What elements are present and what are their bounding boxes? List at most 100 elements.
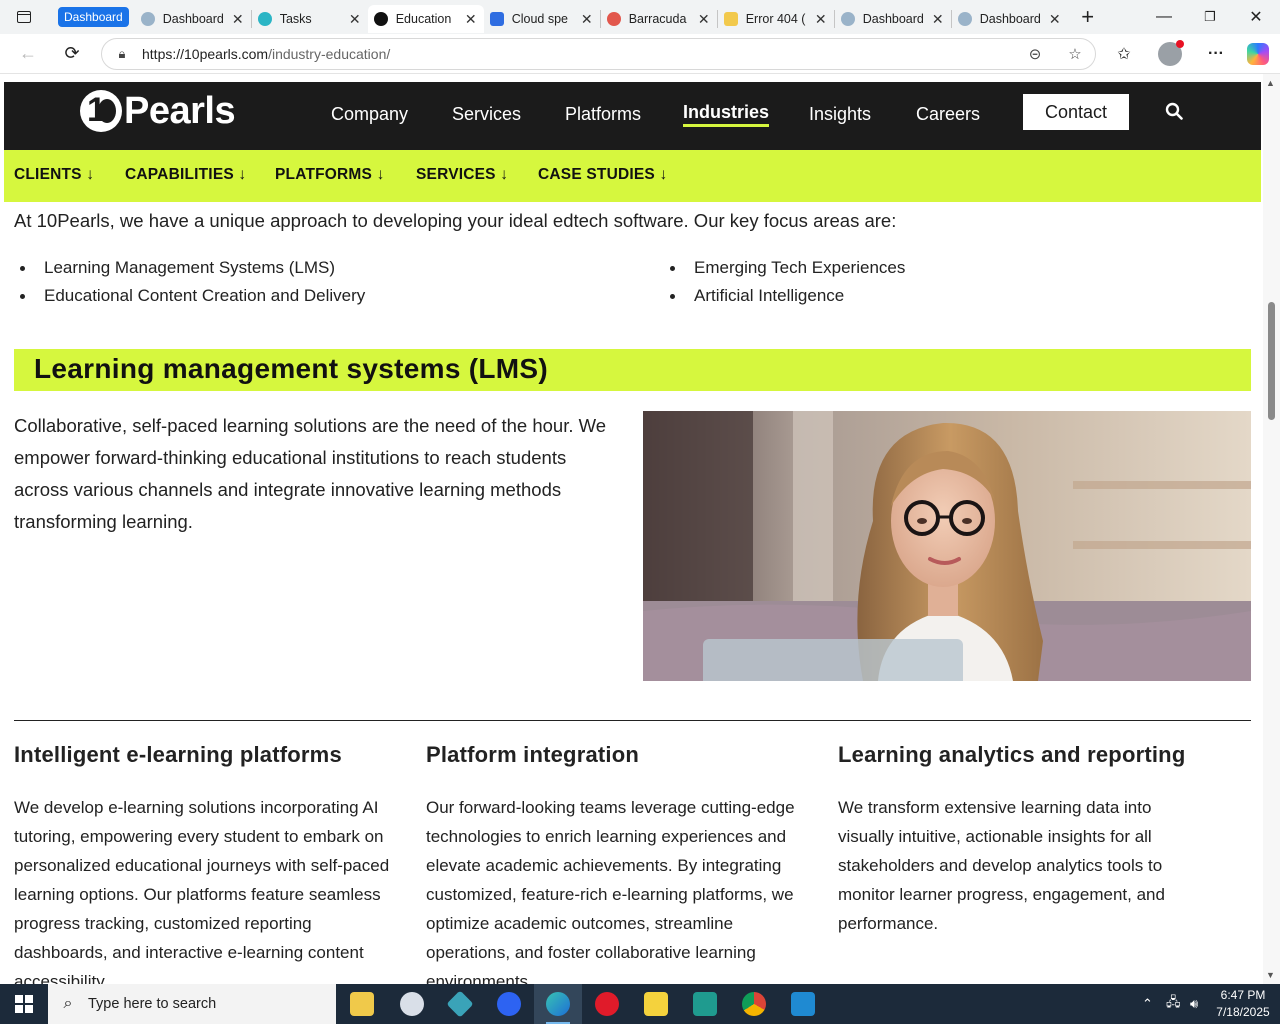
tab-label: Dashboard — [162, 12, 224, 26]
clock-date: 7/18/2025 — [1216, 1005, 1270, 1019]
nav-insights[interactable]: Insights — [809, 104, 871, 125]
dashboard-favicon-icon — [840, 12, 855, 26]
feature-title: Intelligent e-learning platforms — [14, 742, 342, 767]
focus-list-right: Emerging Tech Experiences Artificial Int… — [664, 254, 905, 310]
site-info-icon[interactable]: 🔒︎ — [102, 46, 142, 62]
feature-text: Our forward-looking teams leverage cutti… — [426, 798, 795, 984]
tab-error-404[interactable]: Error 404 ( ✕ — [718, 5, 834, 33]
10pearls-favicon-icon — [373, 12, 388, 26]
vscode-app[interactable] — [779, 984, 827, 1024]
favorite-star-icon[interactable]: ☆ — [1055, 45, 1095, 63]
feature-text: We develop e-learning solutions incorpor… — [14, 798, 390, 984]
scroll-up-icon[interactable]: ▲ — [1266, 78, 1275, 88]
more-options-icon[interactable]: ··· — [1193, 34, 1239, 74]
nav-industries[interactable]: Industries — [683, 102, 770, 127]
diamond-icon — [446, 990, 474, 1018]
close-icon[interactable]: ✕ — [931, 11, 945, 28]
tab-actions-icon[interactable] — [0, 0, 48, 34]
close-icon[interactable]: ✕ — [348, 11, 362, 28]
page-scrollbar[interactable]: ▲ ▼ — [1263, 74, 1280, 984]
subnav-case-studies[interactable]: CASE STUDIES ↓ — [538, 166, 667, 184]
contact-button[interactable]: Contact — [1023, 94, 1129, 130]
close-icon[interactable]: ✕ — [814, 11, 828, 28]
sticky-notes-app[interactable] — [632, 984, 680, 1024]
tab-group-label[interactable]: Dashboard — [58, 7, 129, 27]
tab-label: Education — [395, 12, 452, 26]
dashboard-favicon-icon — [140, 12, 155, 26]
nav-services[interactable]: Services — [452, 104, 521, 125]
lms-description: Collaborative, self-paced learning solut… — [14, 415, 607, 532]
file-explorer-app[interactable] — [338, 984, 386, 1024]
lms-heading-band: Learning management systems (LMS) — [14, 349, 1251, 391]
nav-careers[interactable]: Careers — [916, 104, 980, 125]
scrollbar-thumb[interactable] — [1268, 302, 1275, 420]
tab-education[interactable]: Education ✕ — [367, 5, 484, 33]
sticky-note-icon — [644, 992, 668, 1016]
list-item: Emerging Tech Experiences — [664, 254, 905, 282]
10pearls-logo[interactable]: Pearls — [80, 90, 236, 132]
intro-text: At 10Pearls, we have a unique approach t… — [14, 210, 897, 231]
taskbar-search[interactable]: ⌕ Type here to search — [48, 984, 336, 1024]
chrome-app[interactable] — [730, 984, 778, 1024]
site-header: Pearls Company Services Platforms Indust… — [4, 82, 1261, 150]
opera-icon — [595, 992, 619, 1016]
feature-column: Platform integration Our forward-looking… — [426, 742, 806, 984]
close-icon[interactable]: ✕ — [464, 11, 478, 28]
url-host: https://10pearls.com — [142, 46, 269, 62]
scroll-down-icon[interactable]: ▼ — [1266, 970, 1275, 980]
palette-icon — [400, 992, 424, 1016]
window-close-icon[interactable]: ✕ — [1233, 0, 1279, 34]
tab-tasks[interactable]: Tasks ✕ — [252, 5, 368, 33]
restore-icon[interactable]: ❐ — [1187, 0, 1233, 34]
nav-company[interactable]: Company — [331, 104, 408, 125]
opera-app[interactable] — [583, 984, 631, 1024]
tab-label: Barracuda — [628, 12, 687, 26]
app-s[interactable] — [681, 984, 729, 1024]
new-tab-button[interactable]: + — [1068, 4, 1108, 30]
copilot-icon — [1247, 43, 1269, 65]
paint-app[interactable] — [388, 984, 436, 1024]
start-button[interactable] — [0, 984, 48, 1024]
app-diamond[interactable] — [436, 984, 484, 1024]
close-icon[interactable]: ✕ — [580, 11, 594, 28]
subnav-services[interactable]: SERVICES ↓ — [416, 166, 508, 184]
tab-dashboard-1[interactable]: Dashboard ✕ — [135, 5, 251, 33]
copilot-button[interactable] — [1235, 34, 1280, 74]
search-icon[interactable] — [1165, 102, 1183, 120]
favorites-icon[interactable]: ✩ — [1101, 34, 1147, 74]
edge-app[interactable] — [534, 984, 582, 1024]
url-text[interactable]: https://10pearls.com/industry-education/ — [142, 46, 1015, 62]
tab-label: Dashboard — [979, 12, 1041, 26]
show-hidden-icons[interactable]: ⌃ — [1142, 984, 1153, 1024]
close-icon[interactable]: ✕ — [231, 11, 245, 28]
zoom-icon — [497, 992, 521, 1016]
barracuda-favicon-icon — [606, 12, 621, 26]
system-clock[interactable]: 6:47 PM 7/18/2025 — [1210, 987, 1276, 1021]
nav-platforms[interactable]: Platforms — [565, 104, 641, 125]
folder-icon — [350, 992, 374, 1016]
list-item: Artificial Intelligence — [664, 282, 905, 310]
tab-dashboard-2[interactable]: Dashboard ✕ — [835, 5, 951, 33]
subnav-clients[interactable]: CLIENTS ↓ — [14, 166, 94, 184]
read-aloud-icon[interactable]: ⊝ — [1015, 45, 1055, 63]
refresh-icon[interactable]: ⟳ — [50, 34, 94, 74]
section-divider — [14, 720, 1251, 721]
subnav-capabilities[interactable]: CAPABILITIES ↓ — [125, 166, 246, 184]
volume-icon[interactable]: 🔊︎ — [1190, 984, 1198, 1024]
back-icon[interactable]: ← — [6, 34, 50, 74]
tasks-favicon-icon — [257, 12, 272, 26]
tab-cloud-spe[interactable]: Cloud spe ✕ — [484, 5, 600, 33]
s-app-icon — [693, 992, 717, 1016]
tab-barracuda[interactable]: Barracuda ✕ — [601, 5, 717, 33]
subnav-platforms[interactable]: PLATFORMS ↓ — [275, 166, 385, 184]
tab-dashboard-3[interactable]: Dashboard ✕ — [952, 5, 1068, 33]
close-icon[interactable]: ✕ — [697, 11, 711, 28]
profile-button[interactable] — [1147, 34, 1193, 74]
minimize-icon[interactable]: — — [1141, 0, 1187, 34]
zoom-app[interactable] — [485, 984, 533, 1024]
close-icon[interactable]: ✕ — [1048, 11, 1062, 28]
list-item: Educational Content Creation and Deliver… — [14, 282, 365, 310]
address-bar[interactable]: 🔒︎ https://10pearls.com/industry-educati… — [101, 38, 1096, 70]
network-icon[interactable]: 🖧︎ — [1166, 984, 1181, 1024]
chrome-icon — [742, 992, 766, 1016]
